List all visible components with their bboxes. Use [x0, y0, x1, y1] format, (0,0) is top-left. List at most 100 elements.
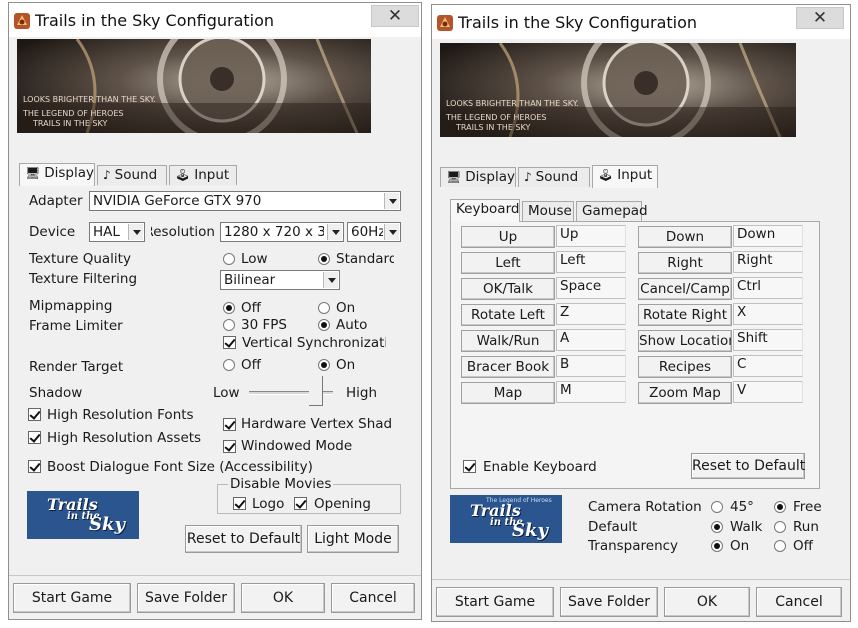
chevron-down-icon [128, 224, 143, 240]
transparency-label: Transparency [588, 538, 679, 554]
light-mode-button[interactable]: Light Mode [307, 525, 399, 553]
reset-to-default-button[interactable]: Reset to Default [691, 453, 805, 479]
vsync-checkbox[interactable] [223, 336, 236, 349]
subtab-mouse[interactable]: Mouse [522, 201, 574, 221]
default-walk-radio[interactable] [711, 521, 723, 533]
window-title: Trails in the Sky Configuration [35, 11, 275, 30]
binding-button[interactable]: Walk/Run [461, 330, 555, 352]
tab-input[interactable]: 🕹 Input [169, 165, 237, 185]
logo-movie-checkbox[interactable] [233, 497, 246, 510]
texture-filtering-select[interactable]: Bilinear [220, 270, 340, 290]
refresh-rate-select[interactable]: 60Hz [347, 222, 401, 242]
tab-display[interactable]: 🖥 Display [19, 163, 95, 186]
banner-image: looks brighter than the sky. THE LEGEND … [440, 43, 796, 137]
binding-button[interactable]: Bracer Book [461, 356, 555, 378]
windowed-mode-checkbox[interactable] [223, 440, 236, 453]
tab-input[interactable]: 🕹 Input [592, 165, 658, 188]
render-target-label: Render Target [29, 359, 124, 375]
frame-limiter-label: Frame Limiter [29, 318, 123, 334]
binding-button[interactable]: Rotate Left [461, 304, 555, 326]
camera-rotation-45-radio[interactable] [711, 501, 723, 513]
start-game-button[interactable]: Start Game [436, 587, 554, 617]
chevron-down-icon [327, 224, 342, 240]
hw-vertex-checkbox[interactable] [223, 418, 236, 431]
adapter-select[interactable]: NVIDIA GeForce GTX 970 [89, 191, 401, 211]
subtab-gamepad[interactable]: Gamepad [576, 201, 648, 221]
music-note-icon: ♪ [103, 168, 111, 182]
joystick-icon: 🕹 [598, 168, 614, 182]
window-title: Trails in the Sky Configuration [458, 13, 698, 32]
tab-sound[interactable]: ♪ Sound [97, 165, 167, 185]
camera-rotation-label: Camera Rotation [588, 499, 702, 515]
app-icon [14, 13, 30, 29]
binding-button[interactable]: Left [461, 252, 555, 274]
frame-limiter-auto-radio[interactable] [318, 319, 330, 331]
camera-rotation-free-radio[interactable] [774, 501, 786, 513]
texture-quality-label: Texture Quality [29, 251, 131, 267]
close-button[interactable]: ✕ [371, 5, 419, 27]
binding-button[interactable]: Show Location [638, 330, 732, 352]
close-button[interactable]: ✕ [796, 7, 844, 29]
tab-display[interactable]: 🖥 Display [440, 167, 516, 187]
binding-key: Shift [733, 329, 803, 351]
mipmapping-off-radio[interactable] [223, 302, 235, 314]
start-game-button[interactable]: Start Game [13, 583, 131, 613]
texture-quality-low-radio[interactable] [223, 253, 235, 265]
binding-button[interactable]: Up [461, 226, 555, 248]
device-label: Device [29, 224, 76, 240]
reset-to-default-button[interactable]: Reset to Default [185, 525, 302, 553]
binding-button[interactable]: Map [461, 382, 555, 404]
binding-button[interactable]: Rotate Right [638, 304, 732, 326]
joystick-icon: 🕹 [175, 168, 191, 182]
default-run-radio[interactable] [774, 521, 786, 533]
vsync-label: Vertical Synchronization [242, 335, 386, 351]
binding-button[interactable]: Recipes [638, 356, 732, 378]
high-res-fonts-checkbox[interactable] [28, 408, 41, 421]
shadow-label: Shadow [29, 385, 83, 401]
binding-key: V [733, 381, 803, 403]
high-res-assets-checkbox[interactable] [28, 431, 41, 444]
binding-button[interactable]: Right [638, 252, 732, 274]
boost-font-checkbox[interactable] [28, 460, 41, 473]
ok-button[interactable]: OK [241, 583, 325, 613]
monitor-icon: 🖥 [446, 170, 462, 184]
binding-button[interactable]: Down [638, 226, 732, 248]
title-bar[interactable]: Trails in the Sky Configuration ✕ [9, 3, 421, 37]
cancel-button[interactable]: Cancel [756, 587, 842, 617]
cancel-button[interactable]: Cancel [331, 583, 415, 613]
trails-logo: The Legend of Heroes Trails in the Sky [450, 495, 562, 543]
enable-keyboard-checkbox[interactable] [463, 460, 476, 473]
device-select[interactable]: HAL [89, 222, 145, 242]
binding-key: Z [556, 303, 626, 325]
opening-movie-checkbox[interactable] [294, 497, 307, 510]
save-folder-button[interactable]: Save Folder [560, 587, 658, 617]
ok-button[interactable]: OK [664, 587, 750, 617]
binding-key: A [556, 329, 626, 351]
banner-image: looks brighter than the sky. THE LEGEND … [17, 39, 371, 133]
chevron-down-icon [384, 193, 399, 209]
chevron-down-icon [323, 272, 338, 288]
resolution-label: Resolution [151, 224, 215, 240]
render-target-off-radio[interactable] [223, 359, 235, 371]
render-target-on-radio[interactable] [318, 359, 330, 371]
tab-sound[interactable]: ♪ Sound [518, 167, 590, 187]
frame-limiter-30fps-radio[interactable] [223, 319, 235, 331]
music-note-icon: ♪ [524, 170, 532, 184]
mipmapping-on-radio[interactable] [318, 302, 330, 314]
transparency-off-radio[interactable] [774, 540, 786, 552]
config-window-input: Trails in the Sky Configuration ✕ looks … [431, 4, 851, 622]
app-icon [437, 15, 453, 31]
binding-key: Right [733, 251, 803, 273]
transparency-on-radio[interactable] [711, 540, 723, 552]
texture-quality-standard-radio[interactable] [318, 253, 330, 265]
binding-button[interactable]: OK/Talk [461, 278, 555, 300]
subtab-keyboard[interactable]: Keyboard [450, 199, 520, 222]
shadow-slider-thumb[interactable] [308, 376, 323, 406]
resolution-select[interactable]: 1280 x 720 x 32 [220, 222, 344, 242]
title-bar[interactable]: Trails in the Sky Configuration ✕ [432, 5, 850, 39]
config-window-display: Trails in the Sky Configuration ✕ looks … [8, 2, 422, 620]
binding-button[interactable]: Zoom Map [638, 382, 732, 404]
binding-button[interactable]: Cancel/Camp [638, 278, 732, 300]
binding-key: Down [733, 225, 803, 247]
save-folder-button[interactable]: Save Folder [137, 583, 235, 613]
